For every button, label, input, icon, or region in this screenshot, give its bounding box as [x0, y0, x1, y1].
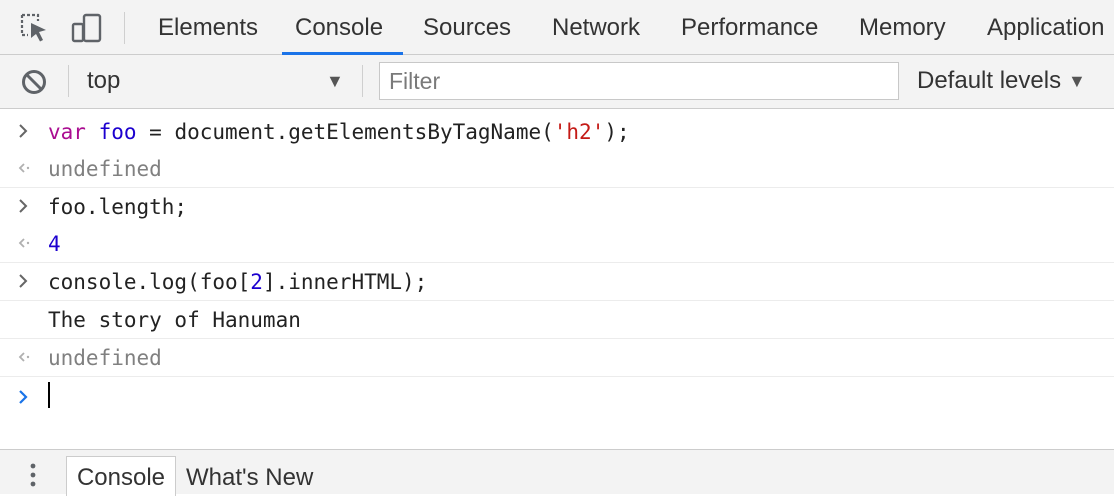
code-token: = document.getElementsByTagName( — [136, 120, 554, 144]
filter-input[interactable] — [379, 62, 899, 100]
code-token: ); — [604, 120, 630, 144]
result-arrow-icon — [16, 160, 32, 176]
variable-token: foo — [98, 120, 137, 144]
tab-console[interactable]: Console — [281, 0, 404, 55]
keyword-token: var — [48, 120, 86, 144]
tab-application[interactable]: Application — [987, 0, 1104, 54]
input-chevron-icon — [16, 123, 32, 139]
device-toolbar-icon[interactable] — [70, 11, 102, 45]
console-result: undefined — [48, 346, 162, 370]
text-cursor — [48, 382, 50, 408]
log-levels-dropdown[interactable]: Default levels — [917, 67, 1061, 95]
drawer-tab-console[interactable]: Console — [66, 456, 176, 496]
result-arrow-icon — [16, 235, 32, 251]
console-result: 4 — [48, 232, 61, 256]
chevron-down-icon[interactable]: ▼ — [1068, 71, 1086, 92]
console-input-row: var foo = document.getElementsByTagName(… — [0, 113, 1114, 150]
clear-console-icon[interactable] — [20, 68, 48, 96]
console-log-message: The story of Hanuman — [48, 308, 301, 332]
code-token: ].innerHTML); — [262, 270, 428, 294]
console-prompt[interactable] — [0, 377, 1114, 417]
input-chevron-icon — [16, 273, 32, 289]
tab-sources[interactable]: Sources — [423, 0, 511, 54]
console-result-row: undefined — [0, 150, 1114, 188]
more-options-icon[interactable] — [30, 462, 36, 488]
string-token: 'h2' — [553, 120, 605, 144]
tab-network[interactable]: Network — [552, 0, 640, 54]
code-token: console.log(foo[ — [48, 270, 251, 294]
console-input-row: console.log(foo[2].innerHTML); — [0, 263, 1114, 301]
inspect-element-icon[interactable] — [18, 11, 50, 45]
console-log-row: The story of Hanuman — [0, 301, 1114, 339]
number-token: 2 — [250, 270, 263, 294]
toolbar-divider — [68, 65, 69, 97]
drawer-tab-bar: Console What's New — [0, 449, 1114, 496]
chevron-down-icon[interactable]: ▼ — [326, 71, 344, 92]
tab-performance[interactable]: Performance — [681, 0, 818, 54]
drawer-tab-whats-new[interactable]: What's New — [186, 464, 313, 492]
console-toolbar: top ▼ Default levels ▼ — [0, 55, 1114, 109]
console-command: var foo = document.getElementsByTagName(… — [48, 119, 630, 145]
console-result-row: 4 — [0, 225, 1114, 263]
devtools-tab-bar: Elements Console Sources Network Perform… — [0, 0, 1114, 55]
toolbar-divider — [124, 12, 125, 44]
toolbar-divider — [362, 65, 363, 97]
console-result-row: undefined — [0, 339, 1114, 377]
input-chevron-icon — [16, 198, 32, 214]
console-command: foo.length; — [48, 195, 188, 219]
console-input-row: foo.length; — [0, 188, 1114, 225]
console-result: undefined — [48, 157, 162, 181]
result-arrow-icon — [16, 349, 32, 365]
prompt-chevron-icon — [16, 389, 32, 405]
console-command: console.log(foo[2].innerHTML); — [48, 269, 427, 295]
tab-memory[interactable]: Memory — [859, 0, 946, 54]
context-selector[interactable]: top — [87, 67, 120, 95]
tab-elements[interactable]: Elements — [158, 0, 258, 54]
